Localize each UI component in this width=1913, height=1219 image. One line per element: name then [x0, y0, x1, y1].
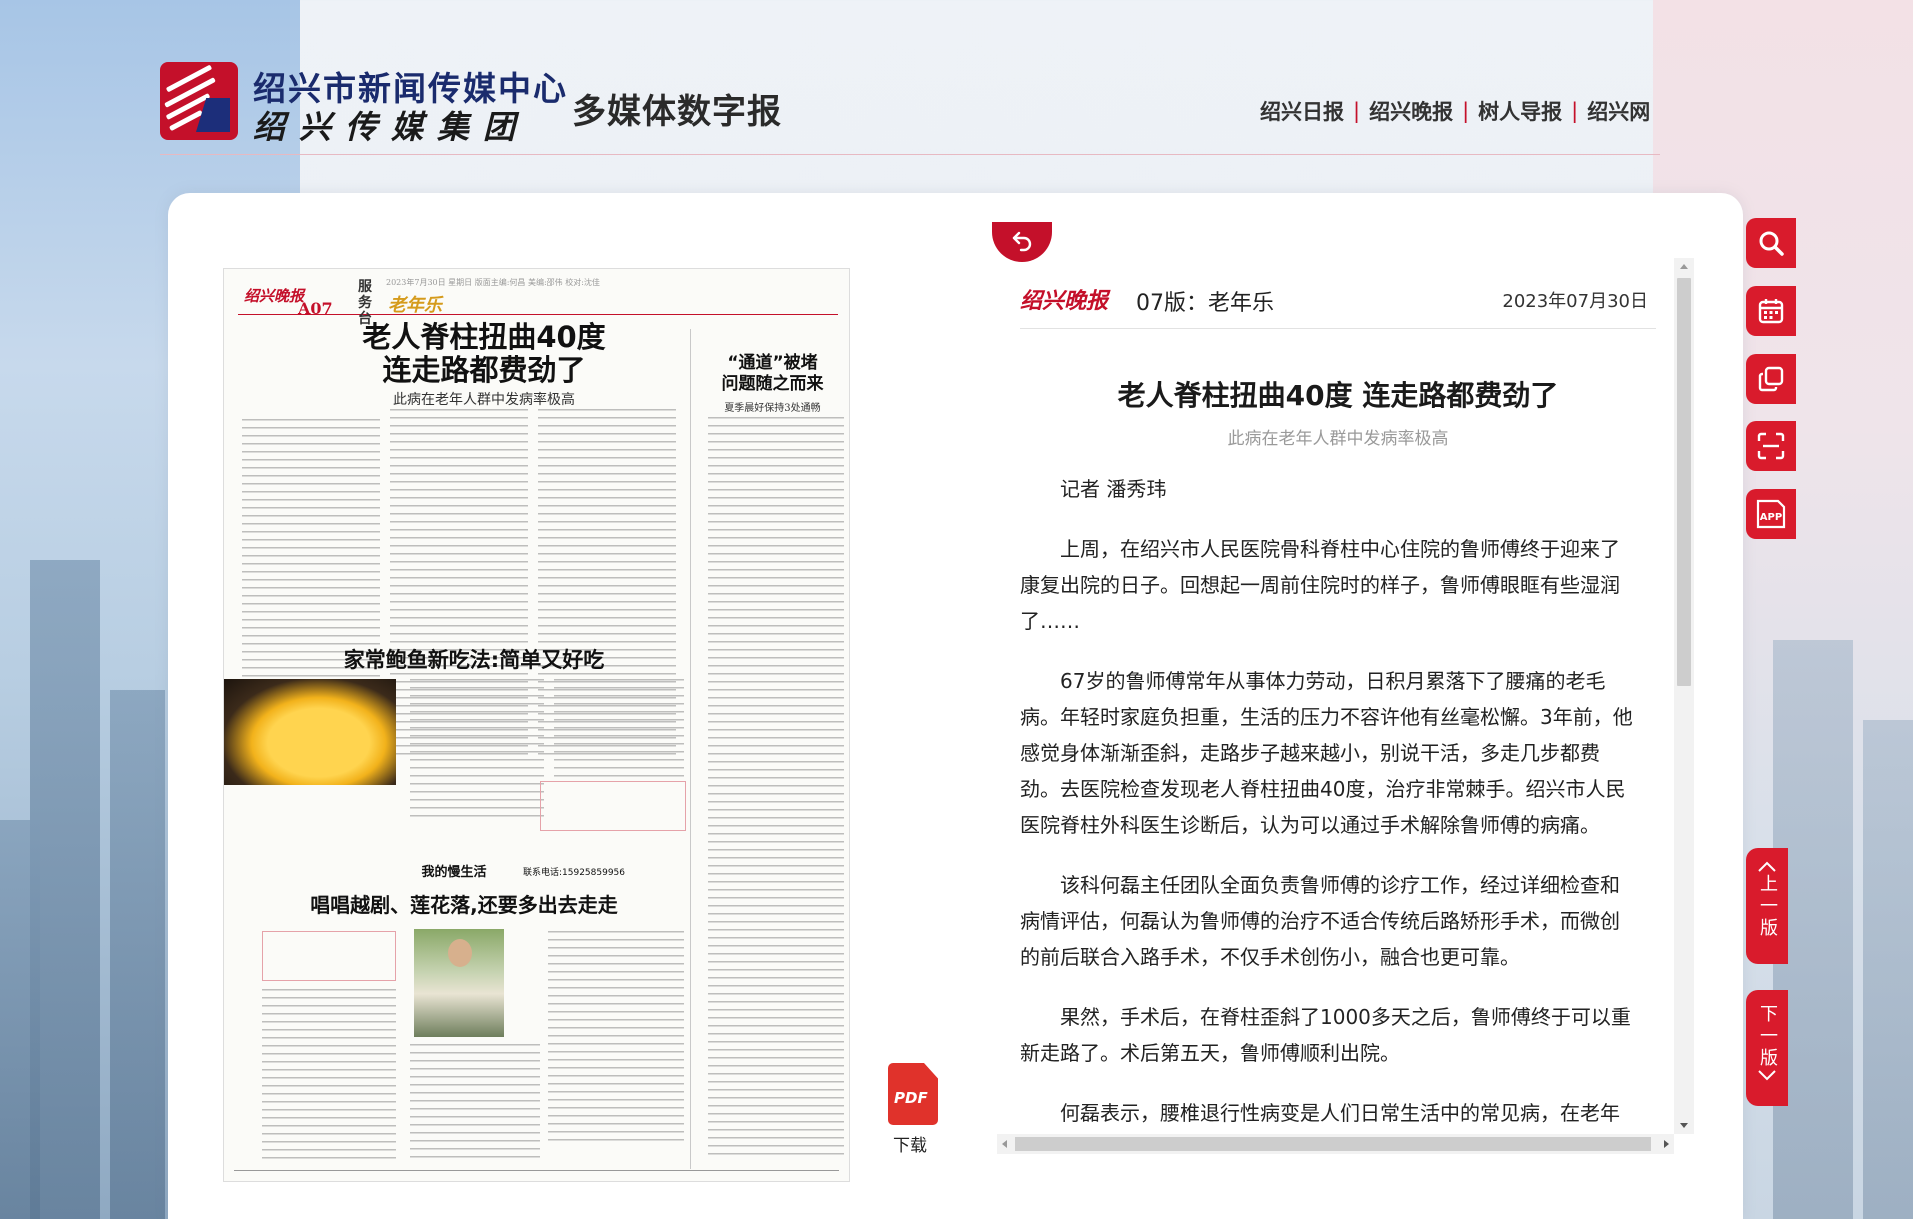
article-body: 记者 潘秀玮 上周，在绍兴市人民医院骨科脊柱中心住院的鲁师傅终于迎来了康复出院的…: [1020, 471, 1636, 1131]
paper-profile-box: [262, 931, 396, 981]
nav-link-sxw[interactable]: 绍兴网: [1587, 96, 1650, 126]
next-page-button[interactable]: 下一版: [1746, 990, 1788, 1106]
scan-icon: [1757, 432, 1785, 460]
article-paragraph: 67岁的鲁师傅常年从事体力劳动，日积月累落下了腰痛的老毛病。年轻时家庭负担重，生…: [1020, 669, 1633, 837]
article-brand: 绍兴晚报: [1020, 288, 1109, 314]
next-page-label: 下一版: [1757, 1004, 1778, 1070]
paper-text-block: [262, 989, 396, 1159]
pdf-download-label[interactable]: 下载: [893, 1131, 927, 1156]
scroll-down-arrow-icon[interactable]: [1680, 1123, 1688, 1128]
top-nav: 绍兴日报 | 绍兴晚报 | 树人导报 | 绍兴网: [1260, 96, 1650, 126]
newspaper-page[interactable]: 绍兴晚报 A07 服务台 2023年7月30日 星期日 版面主编:何昌 美编:邵…: [223, 268, 850, 1182]
article-header: 绍兴晚报 07版：老年乐 2023年07月30日: [1020, 277, 1656, 329]
scroll-right-arrow-icon[interactable]: [1664, 1140, 1669, 1148]
nav-separator: |: [1462, 99, 1470, 123]
undo-icon: [1012, 231, 1032, 252]
nav-link-sxwb[interactable]: 绍兴晚报: [1369, 96, 1453, 126]
pdf-icon: PDF: [888, 1063, 938, 1125]
search-button[interactable]: [1746, 218, 1796, 268]
article-paragraph: 果然，手术后，在脊柱歪斜了1000多天之后，鲁师傅终于可以重新走路了。术后第五天…: [1020, 1005, 1631, 1065]
paper-headline[interactable]: 老人脊柱扭曲40度 连走路都费劲了: [264, 321, 704, 387]
app-button[interactable]: APP: [1746, 489, 1796, 539]
site-header: 绍兴市新闻传媒中心 绍兴传媒集团 多媒体数字报 绍兴日报 | 绍兴晚报 | 树人…: [0, 0, 1913, 155]
pdf-download-button[interactable]: PDF: [884, 1063, 942, 1129]
paper-life-column: 我的慢生活: [421, 865, 487, 880]
article-edition: 07版：老年乐: [1136, 291, 1274, 316]
calendar-icon: [1758, 299, 1784, 324]
chevron-up-icon: [1758, 861, 1776, 872]
article-horizontal-scrollbar[interactable]: [997, 1134, 1674, 1154]
paper-text-block: [410, 679, 544, 819]
copy-button[interactable]: [1746, 354, 1796, 404]
scroll-thumb[interactable]: [1677, 278, 1691, 686]
article-date: 2023年07月30日: [1502, 291, 1648, 312]
app-icon: APP: [1756, 499, 1786, 529]
logo-icon[interactable]: [160, 62, 238, 140]
elder-photo: [414, 929, 504, 1037]
paper-footer-rule: [234, 1170, 839, 1171]
article-paragraph: 上周，在绍兴市人民医院骨科脊柱中心住院的鲁师傅终于迎来了康复出院的日子。回想起一…: [1020, 537, 1620, 633]
article-subtitle: 此病在老年人群中发病率极高: [1227, 429, 1449, 449]
paper-recipe-box: [540, 781, 686, 831]
paper-side-subhead: 夏季晨好保持3处通畅: [724, 403, 821, 414]
abalone-photo: [224, 679, 396, 785]
paper-recipe-headline[interactable]: 家常鲍鱼新吃法:简单又好吃: [264, 644, 684, 674]
article-content[interactable]: 老人脊柱扭曲40度 连走路都费劲了 此病在老年人群中发病率极高 记者 潘秀玮 上…: [1020, 340, 1666, 1135]
paper-text-block: [708, 417, 844, 1157]
logo-group-name: 绍兴传媒集团: [253, 108, 530, 146]
prev-page-label: 上一版: [1757, 874, 1778, 940]
paper-page-number: A07: [298, 299, 333, 318]
scroll-thumb[interactable]: [1015, 1137, 1651, 1151]
paper-text-block: [548, 931, 684, 1141]
chevron-down-icon: [1758, 1070, 1776, 1081]
copy-icon: [1758, 366, 1784, 392]
paper-brand: 绍兴晚报: [244, 287, 305, 305]
nav-link-sxrb[interactable]: 绍兴日报: [1260, 96, 1344, 126]
nav-separator: |: [1571, 99, 1579, 123]
paper-info: 2023年7月30日 星期日 版面主编:何昌 美编:邵伟 校对:沈佳: [386, 278, 600, 287]
search-icon: [1759, 231, 1784, 256]
paper-life-phone: 联系电话:15925859956: [522, 868, 626, 878]
header-divider: [160, 154, 1660, 155]
paper-text-block: [410, 1044, 540, 1159]
paper-side-headline[interactable]: “通道”被堵 问题随之而来: [694, 353, 849, 395]
article-vertical-scrollbar[interactable]: [1674, 258, 1694, 1134]
paper-column-rule: [690, 329, 691, 1169]
scroll-up-arrow-icon[interactable]: [1680, 264, 1688, 269]
paper-life-headline[interactable]: 唱唱越剧、莲花落,还要多出去走走: [244, 889, 684, 918]
article-paragraph: 该科何磊主任团队全面负责鲁师傅的诊疗工作，经过详细检查和病情评估，何磊认为鲁师傅…: [1020, 873, 1620, 969]
scan-button[interactable]: [1746, 421, 1796, 471]
svg-text:APP: APP: [1760, 512, 1782, 523]
article-paragraph: 何磊表示，腰椎退行性病变是人们日常生活中的常见病，在老年: [1060, 1101, 1620, 1125]
paper-masthead: 绍兴晚报 A07 服务台 2023年7月30日 星期日 版面主编:何昌 美编:邵…: [238, 275, 838, 327]
article-title: 老人脊柱扭曲40度 连走路都费劲了: [1117, 379, 1559, 412]
nav-link-srdb[interactable]: 树人导报: [1478, 96, 1562, 126]
nav-separator: |: [1353, 99, 1361, 123]
paper-text-block: [554, 679, 684, 779]
prev-page-button[interactable]: 上一版: [1746, 848, 1788, 964]
scroll-left-arrow-icon[interactable]: [1002, 1140, 1007, 1148]
site-title: 多媒体数字报: [572, 92, 782, 132]
paper-column: 老年乐: [388, 295, 442, 316]
article-byline: 记者 潘秀玮: [1060, 477, 1167, 501]
calendar-button[interactable]: [1746, 286, 1796, 336]
paper-subhead: 此病在老年人群中发病率极高: [393, 392, 575, 408]
